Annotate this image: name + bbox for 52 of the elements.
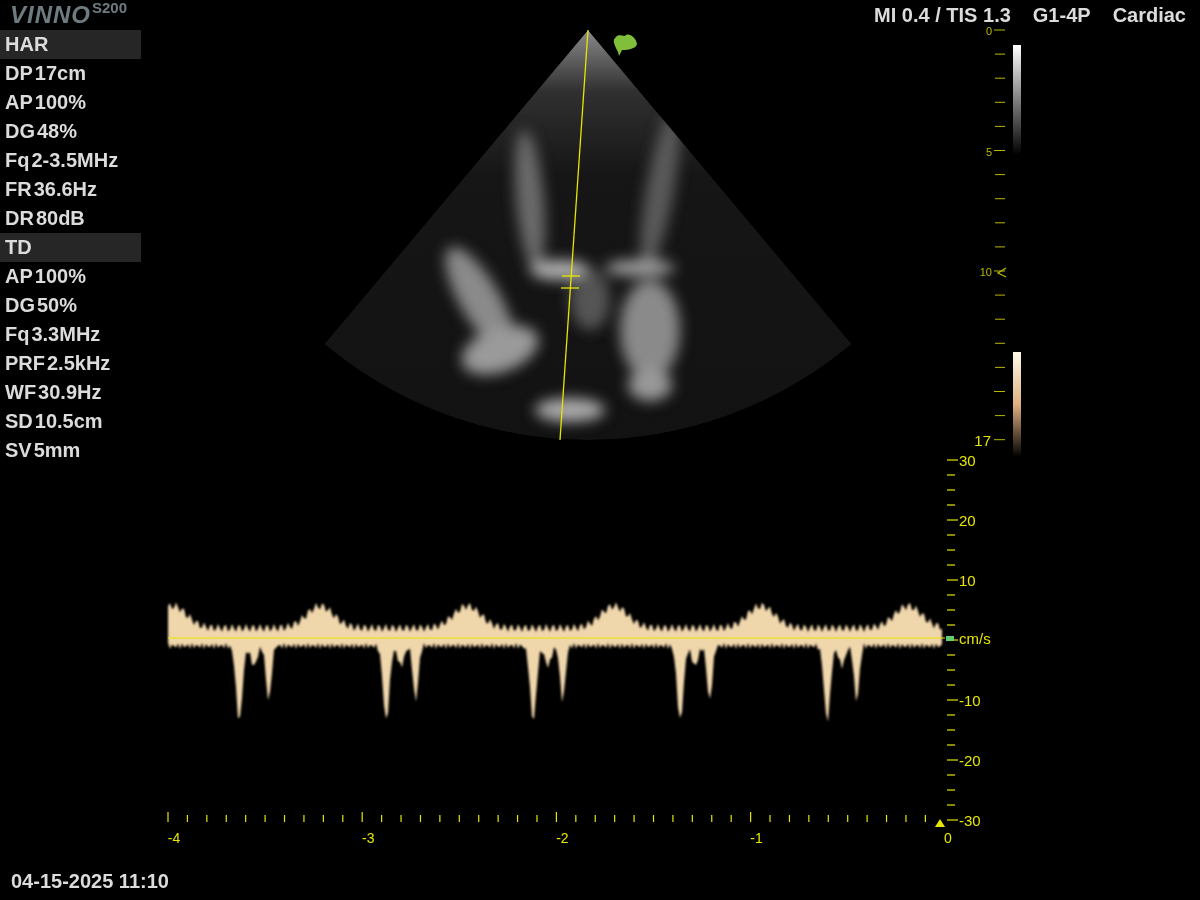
parameter-value: 50% (37, 293, 78, 318)
time-axis-label: -2 (556, 830, 569, 846)
time-axis-label: -3 (361, 830, 375, 846)
acoustic-output-readout: MI 0.4 / TIS 1.3 (874, 4, 1011, 27)
parameter-name: DG (5, 119, 35, 144)
parameter-name: SD (5, 409, 33, 434)
parameter-name: Fq (5, 322, 30, 347)
date-time: 04-15-2025 11:10 (11, 870, 169, 892)
parameter-name: DP (5, 61, 33, 86)
depth-scale-label: 10 (979, 266, 992, 278)
time-axis-label: -1 (750, 830, 763, 846)
parameter-value: 36.6Hz (33, 177, 98, 202)
parameter-value: 100% (34, 264, 86, 289)
time-axis-label: 0 (943, 830, 952, 846)
parameter-value: 48% (37, 119, 78, 144)
baseline-marker-icon (946, 636, 954, 641)
parameter-name: FR (5, 177, 32, 202)
depth-scale-label: 5 (985, 145, 992, 158)
parameter-name: AP (5, 90, 33, 115)
parameter-name: Fq (5, 148, 30, 173)
velocity-scale-label: 20 (959, 512, 976, 529)
section-header: HAR (0, 30, 141, 59)
parameter-name: PRF (5, 351, 45, 376)
parameter-value: 80dB (35, 206, 85, 231)
focus-marker-icon (996, 267, 1007, 278)
time-marker-icon (935, 819, 945, 827)
parameter-value: 100% (34, 90, 86, 115)
velocity-scale-label: -10 (959, 692, 981, 709)
parameter-value: 2.5kHz (47, 351, 111, 376)
leaf-icon (613, 34, 637, 56)
parameter-name: DR (5, 206, 34, 231)
parameter-value: 2-3.5MHz (31, 148, 119, 173)
velocity-scale-label: -20 (959, 752, 981, 769)
velocity-unit: cm/s (959, 630, 991, 647)
velocity-scale-label: 30 (959, 452, 976, 469)
parameter-name: DG (5, 293, 35, 318)
exam-preset: Cardiac (1112, 4, 1186, 27)
time-axis-label: -4 (167, 830, 181, 846)
parameter-value: 5mm (33, 438, 81, 463)
parameter-value: 17cm (34, 61, 86, 86)
probe-name: G1-4P (1032, 4, 1091, 27)
parameter-name: SV (5, 438, 32, 463)
velocity-scale-label: 10 (959, 572, 976, 589)
parameter-value: 30.9Hz (38, 380, 102, 405)
depth-scale-label: 17 (974, 432, 991, 449)
parameter-name: WF (5, 380, 37, 405)
parameter-value: 3.3MHz (31, 322, 101, 347)
parameter-name: AP (5, 264, 33, 289)
velocity-scale-label: -30 (959, 812, 981, 829)
section-header: TD (0, 233, 141, 262)
depth-scale-label: 0 (985, 25, 992, 37)
parameter-value: 10.5cm (34, 409, 103, 434)
